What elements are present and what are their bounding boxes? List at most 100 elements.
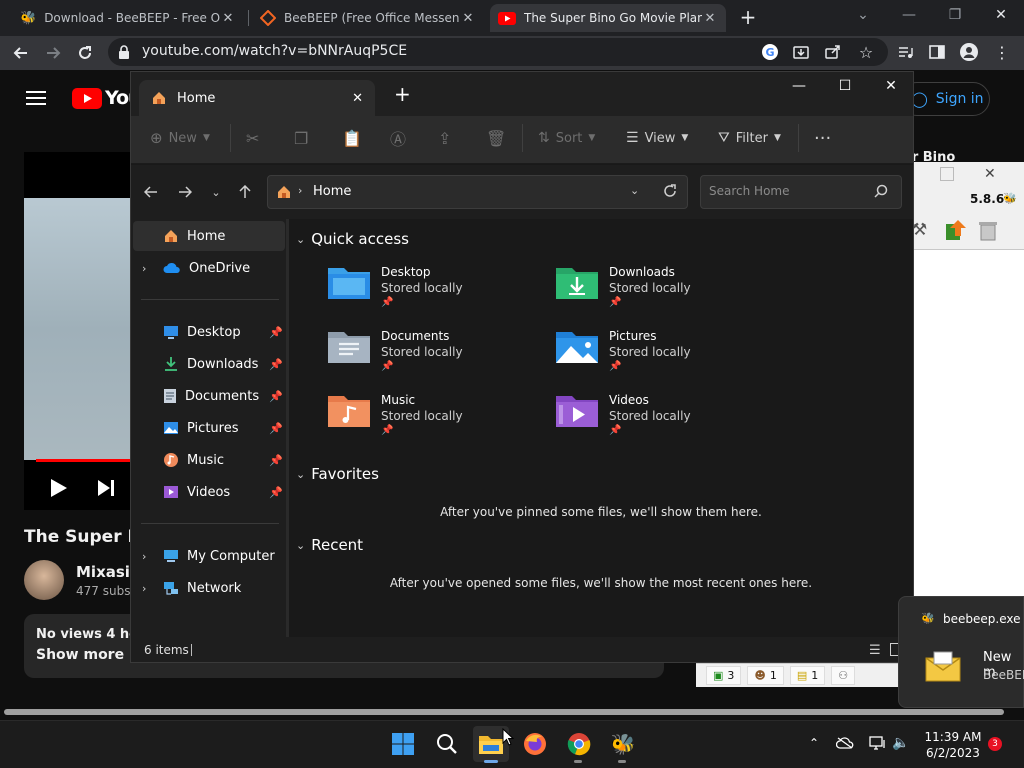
view-button[interactable]: ☰ View ▼ [626, 126, 688, 150]
trash-icon[interactable] [977, 219, 999, 241]
chevron-right-icon[interactable]: › [142, 262, 146, 275]
close-tab-icon[interactable]: ✕ [460, 11, 476, 26]
close-window-button[interactable]: ✕ [978, 4, 1024, 28]
sidebar-item-network[interactable]: › Network [133, 573, 285, 603]
quick-access-item-documents[interactable]: Documents Stored locally 📌 [327, 328, 463, 374]
sidebar-item-desktop[interactable]: Desktop 📌 [133, 317, 285, 347]
chrome-tab-beebeep-sourceforge[interactable]: BeeBEEP (Free Office Messenger) ✕ [252, 4, 484, 32]
forward-button[interactable] [40, 40, 66, 66]
media-control-icon[interactable] [895, 42, 915, 62]
chevron-right-icon[interactable]: › [142, 582, 146, 595]
favorites-header[interactable]: ⌄ Favorites [296, 465, 379, 483]
recent-header[interactable]: ⌄ Recent [296, 536, 363, 554]
quick-access-item-videos[interactable]: Videos Stored locally 📌 [555, 392, 691, 438]
sidebar-item-music[interactable]: Music 📌 [133, 445, 285, 475]
network-status[interactable]: ⚇ [831, 666, 856, 685]
refresh-icon[interactable] [662, 183, 678, 199]
play-icon[interactable] [50, 478, 68, 498]
sidebar-item-videos[interactable]: Videos 📌 [133, 477, 285, 507]
chevron-right-icon[interactable]: › [142, 550, 146, 563]
bookmark-star-icon[interactable]: ☆ [856, 42, 876, 62]
paste-icon[interactable]: 📋 [342, 126, 362, 150]
notification-badge[interactable]: 3 [988, 737, 1002, 751]
side-panel-icon[interactable] [927, 42, 947, 62]
close-tab-icon[interactable]: ✕ [220, 11, 236, 26]
more-options-icon[interactable]: ··· [814, 126, 831, 150]
minimize-button[interactable]: — [886, 4, 932, 28]
cut-icon[interactable]: ✂ [246, 126, 259, 150]
quick-access-item-downloads[interactable]: Downloads Stored locally 📌 [555, 264, 691, 310]
quick-access-item-music[interactable]: Music Stored locally 📌 [327, 392, 463, 438]
close-tab-icon[interactable]: ✕ [702, 11, 718, 26]
show-more-link[interactable]: Show more [36, 647, 124, 663]
channel-avatar[interactable] [24, 560, 64, 600]
explorer-minimize-button[interactable]: — [776, 76, 822, 98]
chrome-tab-beebeep-download[interactable]: 🐝 Download - BeeBEEP - Free Offic ✕ [12, 4, 244, 32]
address-text[interactable]: Home [313, 184, 351, 199]
group-count[interactable]: ▤ 1 [789, 666, 826, 685]
taskbar-clock[interactable]: 11:39 AM 6/2/2023 [918, 729, 988, 761]
search-icon[interactable] [874, 184, 888, 198]
taskbar-firefox[interactable] [517, 726, 553, 762]
explorer-new-tab-button[interactable]: + [394, 82, 411, 106]
reload-button[interactable] [72, 40, 98, 66]
breadcrumb-chevron-icon[interactable]: › [298, 184, 302, 197]
quick-access-header[interactable]: ⌄ Quick access [296, 230, 409, 248]
tools-icon[interactable]: ⚒ [912, 220, 927, 240]
install-app-icon[interactable] [791, 42, 811, 62]
users-count[interactable]: ☻ 1 [747, 666, 784, 685]
tray-chevron-up-icon[interactable]: ⌃ [805, 734, 823, 752]
sidebar-item-downloads[interactable]: Downloads 📌 [133, 349, 285, 379]
google-lens-icon[interactable]: G [760, 42, 780, 62]
network-tray-icon[interactable] [869, 734, 887, 752]
scrollbar-thumb[interactable] [4, 709, 1004, 715]
video-progress-bar[interactable] [36, 459, 130, 462]
sidebar-item-pictures[interactable]: Pictures 📌 [133, 413, 285, 443]
hamburger-menu-icon[interactable] [26, 90, 46, 106]
chrome-tab-youtube[interactable]: The Super Bino Go Movie Plane ✕ [490, 4, 726, 32]
share-icon[interactable]: ⇪ [438, 126, 451, 150]
back-button[interactable] [8, 40, 34, 66]
sidebar-item-my-computer[interactable]: › My Computer [133, 541, 285, 571]
profile-icon[interactable] [959, 42, 979, 62]
forward-button[interactable] [173, 180, 197, 204]
beebeep-close-button[interactable]: ✕ [984, 166, 996, 182]
explorer-maximize-button[interactable]: ☐ [822, 76, 868, 98]
sidebar-item-documents[interactable]: Documents 📌 [133, 381, 285, 411]
lock-icon[interactable] [118, 45, 130, 59]
filter-button[interactable]: ⛛ Filter ▼ [718, 126, 781, 150]
back-button[interactable] [139, 180, 163, 204]
taskbar-chrome[interactable] [561, 726, 597, 762]
taskbar-beebeep[interactable]: 🐝 [605, 726, 641, 762]
up-button[interactable] [233, 180, 257, 204]
quick-access-item-pictures[interactable]: Pictures Stored locally 📌 [555, 328, 691, 374]
maximize-button[interactable] [940, 167, 954, 181]
share-icon[interactable] [823, 42, 843, 62]
explorer-close-button[interactable]: ✕ [868, 76, 914, 98]
url-text[interactable]: youtube.com/watch?v=bNNrAuqP5CE [142, 43, 407, 59]
onedrive-tray-icon[interactable] [836, 734, 854, 752]
new-tab-button[interactable]: + [736, 6, 760, 30]
more-menu-icon[interactable]: ⋮ [992, 42, 1012, 62]
new-button[interactable]: ⊕ New ▼ [150, 126, 210, 150]
delete-icon[interactable]: 🗑 [486, 126, 506, 150]
start-button[interactable] [385, 726, 421, 762]
address-dropdown-icon[interactable]: ⌄ [630, 184, 639, 197]
close-tab-icon[interactable]: ✕ [352, 91, 363, 106]
sidebar-item-onedrive[interactable]: › OneDrive [133, 253, 285, 283]
copy-icon[interactable]: ❐ [294, 126, 308, 150]
quick-access-item-desktop[interactable]: Desktop Stored locally 📌 [327, 264, 463, 310]
chat-count[interactable]: ▣ 3 [706, 666, 742, 685]
tab-search-icon[interactable]: ⌄ [840, 4, 886, 28]
sort-button[interactable]: ⇅ Sort ▼ [538, 126, 595, 150]
rename-icon[interactable]: Ⓐ [390, 126, 406, 150]
search-button[interactable] [429, 726, 465, 762]
restore-button[interactable]: ❐ [932, 4, 978, 28]
update-icon[interactable] [944, 218, 968, 242]
volume-icon[interactable]: 🔈 [892, 734, 910, 752]
details-view-icon[interactable]: ☰ [869, 643, 881, 658]
explorer-tab-home[interactable]: Home ✕ [139, 80, 375, 116]
next-icon[interactable] [97, 479, 115, 497]
sidebar-item-home[interactable]: Home [133, 221, 285, 251]
recent-locations-icon[interactable]: ⌄ [204, 180, 228, 204]
